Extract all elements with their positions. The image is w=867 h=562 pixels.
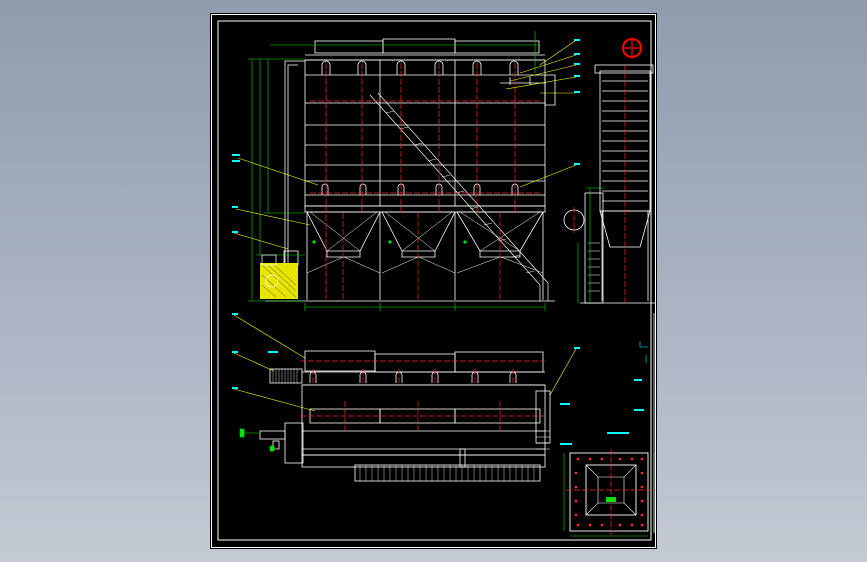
section-detail bbox=[563, 449, 655, 537]
arch-row-top bbox=[321, 60, 519, 75]
plan-inlet-hood bbox=[269, 368, 303, 384]
front-elevation bbox=[265, 38, 556, 302]
roof-box-2 bbox=[382, 38, 456, 54]
arch-row-bottom bbox=[321, 183, 519, 195]
hopper-2 bbox=[381, 211, 456, 258]
side-elevation bbox=[563, 64, 655, 304]
top-platform bbox=[500, 74, 556, 106]
hopper-1 bbox=[306, 211, 381, 258]
plan-fan-box bbox=[284, 422, 304, 464]
fan-unit bbox=[260, 254, 298, 299]
plan-top-box-2 bbox=[374, 353, 456, 373]
roof-box-3 bbox=[454, 40, 540, 54]
main-casing bbox=[304, 59, 546, 207]
plan-main-body bbox=[301, 384, 546, 456]
drawing-sheet bbox=[210, 13, 657, 549]
callout-tags bbox=[232, 39, 644, 445]
staircase bbox=[369, 92, 549, 301]
side-dimensions bbox=[577, 187, 605, 303]
inlet-duct bbox=[284, 60, 305, 265]
plan-top-box-3 bbox=[454, 351, 544, 373]
revision-highlight bbox=[622, 38, 642, 58]
cad-drawing bbox=[211, 14, 656, 548]
plan-dimensions bbox=[239, 428, 275, 452]
roof-box-1 bbox=[314, 40, 384, 54]
hopper-markers bbox=[312, 240, 467, 244]
